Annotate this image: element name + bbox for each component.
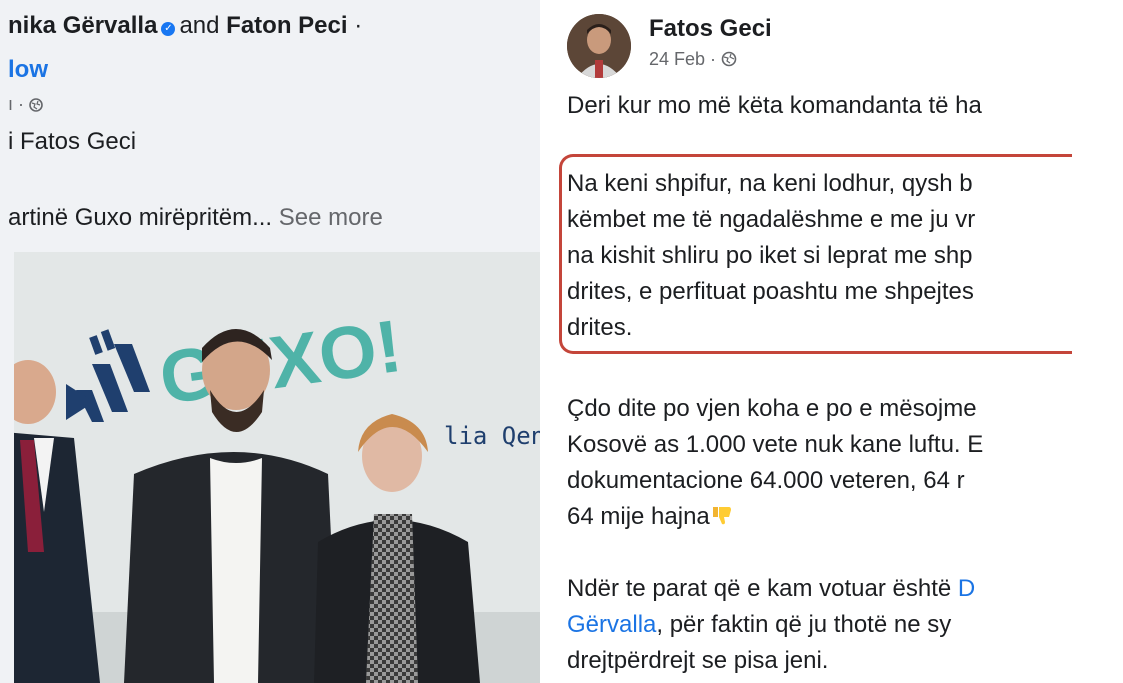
paragraph-3-line: dokumentacione 64.000 veteren, 64 r: [567, 467, 965, 494]
paragraph-4-text: , për faktin që ju thotë ne sy: [656, 611, 952, 638]
thumbs-down-emoji: [710, 503, 734, 530]
boxed-line: drites.: [567, 314, 633, 341]
post-date[interactable]: 24 Feb ·: [649, 49, 721, 69]
see-more-link[interactable]: See more: [279, 204, 383, 231]
follow-link[interactable]: low: [8, 56, 48, 84]
verified-badge-icon: ✓: [161, 22, 176, 36]
paragraph-4-line: Ndër te parat që e kam votuar është D: [567, 575, 975, 603]
paragraph-4-line: drejtpërdrejt se pisa jeni.: [567, 647, 829, 674]
globe-icon: [721, 51, 737, 72]
paragraph-4-text: Ndër te parat që e kam votuar është: [567, 575, 958, 602]
author-link-2[interactable]: Faton Peci: [226, 12, 347, 39]
author-link-1[interactable]: nika Gërvalla: [8, 12, 157, 39]
post-authors: nika Gërvalla ✓ and Faton Peci ·: [8, 12, 362, 40]
paragraph-3-text: 64 mije hajna: [567, 503, 710, 530]
separator-dot: ·: [354, 12, 363, 39]
paragraph-4-line: Gërvalla, për faktin që ju thotë ne sy: [567, 611, 951, 639]
post-time: ı ·: [8, 94, 29, 114]
banner-text: lia Qend: [444, 422, 540, 450]
paragraph-3-line: 64 mije hajna: [567, 503, 734, 531]
paragraph-3-line: Kosovë as 1.000 vete nuk kane luftu. E: [567, 431, 984, 458]
globe-icon: [29, 96, 43, 117]
boxed-line: Na keni shpifur, na keni lodhur, qysh b: [567, 170, 973, 197]
and-text: and: [179, 12, 220, 39]
boxed-line: këmbet me të ngadalëshme e me ju vr: [567, 206, 976, 233]
mention-link[interactable]: D: [958, 575, 975, 602]
boxed-line: drites, e perfituat poashtu me shpejtes: [567, 278, 974, 305]
right-post-screenshot: Fatos Geci 24 Feb · Deri kur mo më këta …: [549, 0, 1072, 683]
paragraph-3-line: Çdo dite po vjen koha e po e mësojme: [567, 395, 977, 422]
boxed-line: na kishit shliru po iket si leprat me sh…: [567, 242, 973, 269]
post-preview: artinë Guxo mirëpritëm... See more: [8, 204, 383, 232]
preview-text: artinë Guxo mirëpritëm...: [8, 204, 273, 231]
left-post-screenshot: nika Gërvalla ✓ and Faton Peci · low ı · i…: [0, 0, 540, 683]
avatar[interactable]: [567, 14, 631, 78]
post-meta: 24 Feb ·: [649, 49, 737, 72]
author-name[interactable]: Fatos Geci: [649, 15, 772, 43]
tagged-text: i Fatos Geci: [8, 128, 137, 155]
mention-link[interactable]: Gërvalla: [567, 611, 656, 638]
post-meta: ı ·: [8, 94, 43, 117]
panel-divider: [540, 0, 549, 683]
post-photo[interactable]: GUXO! lia Qend: [14, 252, 540, 683]
post-paragraph-1: Deri kur mo më këta komandanta të ha: [567, 92, 982, 119]
page-margin: [1072, 0, 1123, 683]
